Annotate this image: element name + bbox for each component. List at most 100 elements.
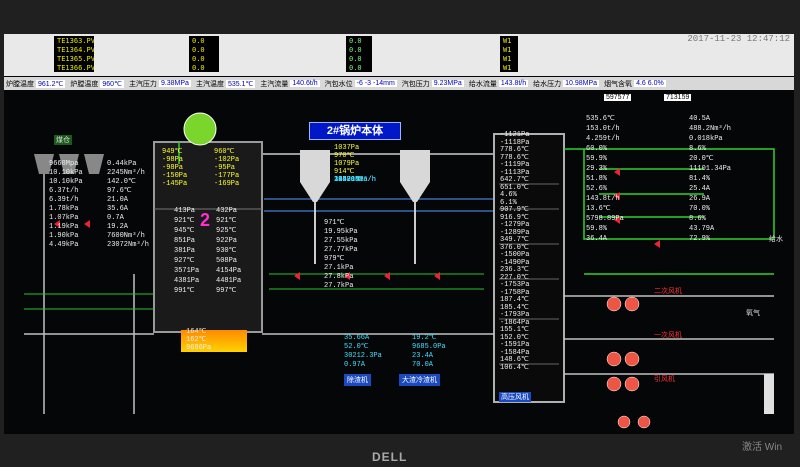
- reading: 4.259t/h: [586, 135, 620, 143]
- reading: 930℃: [216, 247, 237, 255]
- reading: 52.6%: [586, 185, 608, 193]
- reading: 27.1kPa: [324, 264, 354, 272]
- reading: 11101.34Pa: [689, 165, 732, 173]
- reading: 991℃: [174, 287, 195, 295]
- reading: 6.39t/h: [49, 196, 79, 204]
- reading: 35.6A: [107, 205, 129, 213]
- reading: 43.79A: [689, 225, 715, 233]
- reading: -98Pa: [162, 164, 184, 172]
- reading: 1.78kPa: [49, 205, 79, 213]
- convection-readings: -1121Pa -1118Pa 778.6℃ 778.6℃ -1119Pa -1113Pa…: [500, 131, 564, 372]
- activation-watermark: 激活 Win: [742, 442, 782, 453]
- reading: 4381Pa: [174, 277, 200, 285]
- reading: -95Pa: [214, 164, 236, 172]
- reading: 59.8%: [586, 225, 608, 233]
- cyclone-right: [400, 150, 430, 182]
- reading: 9685.0Pa: [412, 343, 446, 351]
- reading: 70.0A: [412, 361, 434, 369]
- furnace-mid-right: 432Pa 921℃ 925℃ 922Pa 930℃ 508Pa 4154Pa 4481Pa 9…: [216, 206, 241, 296]
- reading: -145Pa: [162, 180, 188, 188]
- reading: 971℃: [324, 219, 345, 227]
- reading: 60.0%: [586, 145, 608, 153]
- reading: 914℃: [334, 168, 355, 176]
- scada-screen: TE1363.PV TE1364.PV TE1365.PV TE1366.PV …: [4, 34, 794, 434]
- reading: 921℃: [174, 217, 195, 225]
- reading: 70.0%: [689, 205, 711, 213]
- reading: 0.97A: [344, 361, 366, 369]
- reading: 4154Pa: [216, 267, 242, 275]
- reading: -102Pa: [214, 156, 240, 164]
- reading: 26.9A: [689, 195, 711, 203]
- reading: 8.6%: [689, 145, 706, 153]
- reading: 59.9%: [586, 155, 608, 163]
- reading: 997℃: [216, 287, 237, 295]
- reading: 10.10kPa: [49, 178, 83, 186]
- primary-fan-label: 一次风机: [654, 332, 682, 339]
- reading: 52.0℃: [344, 343, 369, 351]
- slag-remover-button[interactable]: 除渣机: [344, 374, 371, 386]
- right-side-readings: 535.6℃ 153.0t/h 4.259t/h 60.0% 59.9% 29.3% 51.…: [586, 114, 776, 244]
- reading: 23.4A: [412, 352, 434, 360]
- reading: 21.0A: [107, 196, 129, 204]
- reading: -177Pa: [214, 172, 240, 180]
- reading: 8.6%: [689, 215, 706, 223]
- reading: 1.19kPa: [49, 223, 79, 231]
- furnace-left-readings: 949℃ -98Pa -98Pa -150Pa -145Pa: [162, 148, 187, 188]
- reading: 10.10kPa: [49, 169, 83, 177]
- boiler-number: 2: [200, 210, 211, 230]
- reading: 162℃: [186, 336, 207, 344]
- reading: 97.6℃: [107, 187, 132, 195]
- reading: 19.95kPa: [324, 228, 358, 236]
- reading: 9686Pa: [186, 344, 212, 352]
- reading: 30212.3Pa: [344, 352, 382, 360]
- steam-drum: [183, 112, 217, 146]
- reading: 7600Nm³/h: [107, 232, 145, 240]
- reading: -98Pa: [162, 156, 184, 164]
- oxygen-label: 氧气: [746, 310, 760, 317]
- reading: 960℃: [214, 148, 235, 156]
- reading: 19.2℃: [412, 334, 437, 342]
- reading: -150Pa: [162, 172, 188, 180]
- high-fan-label: 高压风机: [499, 392, 531, 402]
- reading: 13.6℃: [586, 205, 611, 213]
- coal-bin-label: 煤仓: [54, 135, 72, 145]
- counter-2: 713159: [664, 94, 692, 101]
- reading: 81.4%: [689, 175, 711, 183]
- reading: 4.49kPa: [49, 241, 79, 249]
- furnace-mid-left: 413Pa 921℃ 945℃ 851Pa 381Pa 927℃ 3571Pa 4381Pa 9…: [174, 206, 199, 296]
- reading: 3571Pa: [174, 267, 200, 275]
- reading: 927℃: [174, 257, 195, 265]
- reading: 2245Nm³/h: [107, 169, 145, 177]
- reading: 19.2A: [107, 223, 129, 231]
- reading: 413Pa: [174, 207, 196, 215]
- reading: 949℃: [162, 148, 183, 156]
- furnace-right-readings: 960℃ -102Pa -95Pa -177Pa -169Pa: [214, 148, 239, 188]
- flue-reading: 25521Nm³/h: [334, 176, 377, 184]
- reading: 945℃: [174, 227, 195, 235]
- reading: 164℃: [186, 328, 207, 336]
- slag-cooler-button[interactable]: 大渣冷渣机: [399, 374, 440, 386]
- reading: 153.0t/h: [586, 125, 620, 133]
- reading: 535.6℃: [586, 115, 615, 123]
- reading: 27.7kPa: [324, 282, 354, 290]
- reading: 922Pa: [216, 237, 238, 245]
- reading: 0.7A: [107, 214, 124, 222]
- reading: 40.5A: [689, 115, 711, 123]
- cyclone-left: [300, 150, 330, 182]
- dell-logo: DELL: [372, 450, 408, 464]
- reading: 1037Pa: [334, 144, 360, 152]
- secondary-fan-label: 二次风机: [654, 288, 682, 295]
- loop-seal-readings: 971℃ 19.95kPa 27.55kPa 27.77kPa 979℃ 27.1kPa 2…: [324, 219, 358, 291]
- bottom-mid-readings: 35.66A 52.0℃ 30212.3Pa 0.97A 19.2℃ 9685.0Pa 23…: [344, 334, 464, 370]
- reading: 0.44kPa: [107, 160, 137, 168]
- reading: 488.2Nm³/h: [689, 125, 732, 133]
- reading: 0.018kPa: [689, 135, 723, 143]
- reading: -169Pa: [214, 180, 240, 188]
- reading: 925℃: [216, 227, 237, 235]
- reading: 432Pa: [216, 207, 238, 215]
- page-title: 2#锅炉本体: [309, 122, 401, 140]
- reading: 9668Mpa: [49, 160, 79, 168]
- reading: 142.0℃: [107, 178, 136, 186]
- reading: 921℃: [216, 217, 237, 225]
- reading: 35.66A: [344, 334, 370, 342]
